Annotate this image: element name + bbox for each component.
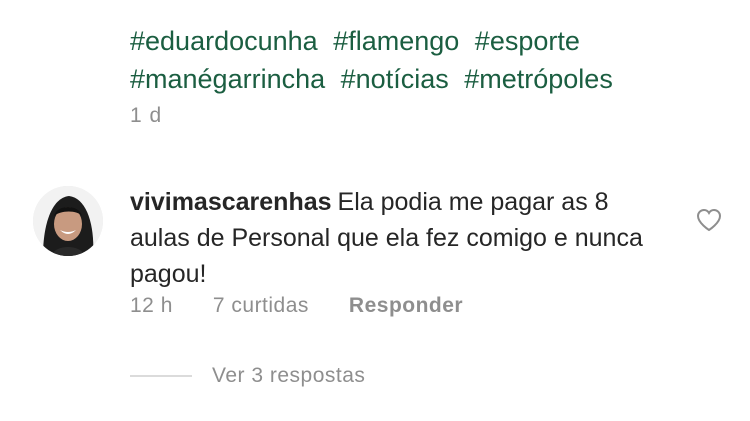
post-timestamp: 1 d	[130, 104, 163, 127]
hashtag-link[interactable]: #metrópoles	[464, 64, 613, 94]
heart-outline-icon[interactable]	[696, 208, 722, 232]
replies-divider	[130, 375, 192, 377]
view-replies-label[interactable]: Ver 3 respostas	[212, 364, 365, 388]
post-hashtags: #eduardocunha #flamengo #esporte #manéga…	[130, 22, 690, 98]
comment-timestamp: 12 h	[130, 294, 173, 317]
comment-likes-count[interactable]: 7 curtidas	[213, 294, 309, 318]
comment-body: vivimascarenhas Ela podia me pagar as 8 a…	[130, 184, 670, 292]
avatar-photo-icon	[33, 186, 103, 256]
hashtag-link[interactable]: #esporte	[475, 26, 580, 56]
hashtag-link[interactable]: #notícias	[341, 64, 449, 94]
hashtag-link[interactable]: #flamengo	[333, 26, 459, 56]
view-replies-button[interactable]: Ver 3 respostas	[130, 364, 365, 388]
avatar[interactable]	[33, 186, 103, 256]
hashtag-link[interactable]: #eduardocunha	[130, 26, 318, 56]
reply-button[interactable]: Responder	[349, 294, 463, 318]
comment-username[interactable]: vivimascarenhas	[130, 188, 332, 216]
comment-meta: 12 h 7 curtidas Responder	[130, 294, 463, 318]
hashtag-link[interactable]: #manégarrincha	[130, 64, 325, 94]
